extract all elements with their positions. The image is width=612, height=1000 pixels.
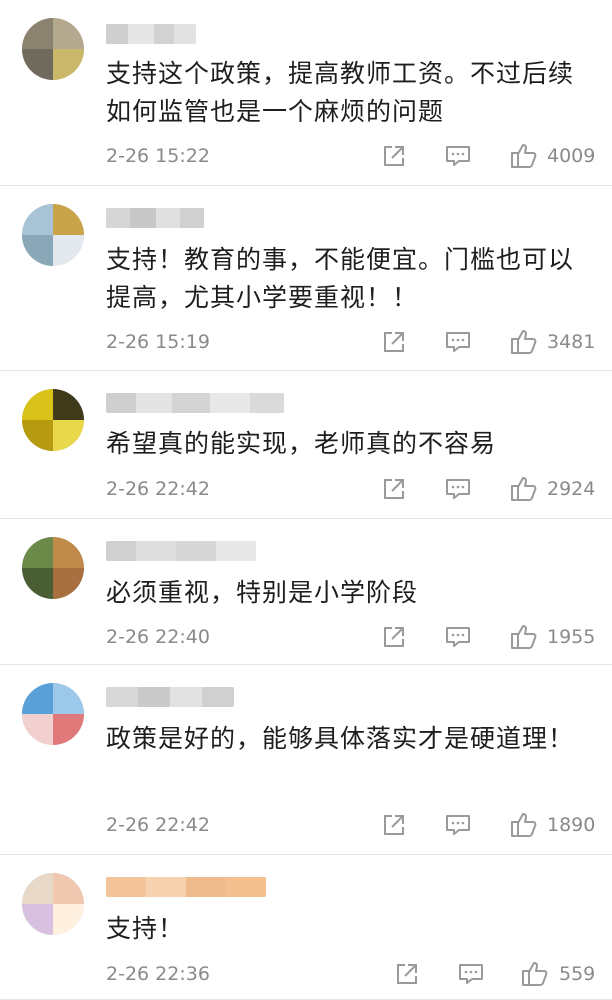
share-icon[interactable] [382,331,406,353]
like-count: 2924 [547,478,596,500]
comment-meta: 2-26 15:22 4009 [106,141,598,171]
username-blurred[interactable] [106,687,234,707]
share-icon[interactable] [395,963,419,985]
like-count: 3481 [547,331,596,353]
comment-time: 2-26 22:40 [106,626,210,648]
share-icon[interactable] [382,478,406,500]
thumbs-up-icon[interactable] [510,811,538,838]
thumbs-up-icon[interactable] [510,142,538,169]
thumbs-up-icon[interactable] [510,328,538,355]
comment-meta: 2-26 22:42 1890 [106,810,598,840]
comment-icon[interactable] [445,145,471,167]
share-icon[interactable] [382,814,406,836]
comment-icon[interactable] [445,626,471,648]
comment-time: 2-26 22:42 [106,478,210,500]
username-blurred[interactable] [106,24,196,44]
comment-icon[interactable] [458,963,484,985]
comment-time: 2-26 15:19 [106,331,210,353]
like-count: 1890 [547,814,596,836]
like-count: 1955 [547,626,596,648]
comment-meta: 2-26 22:36 559 [106,959,598,989]
username-blurred[interactable] [106,208,204,228]
comment-meta: 2-26 15:19 3481 [106,327,598,357]
like-count: 4009 [547,145,596,167]
avatar[interactable] [22,18,84,80]
comment-text: 支持这个政策，提高教师工资。不过后续如何监管也是一个麻烦的问题 [106,59,575,126]
comment-time: 2-26 15:22 [106,145,210,167]
comment-feed: 支持这个政策，提高教师工资。不过后续如何监管也是一个麻烦的问题 2-26 15:… [0,0,612,1000]
like-count: 559 [559,963,596,985]
username-blurred[interactable] [106,541,256,561]
comment-text: 支持！教育的事，不能便宜。门槛也可以提高，尤其小学要重视！！ [106,245,575,312]
comment-item: 支持！ 2-26 22:36 559 [0,855,612,1000]
comment-item: 希望真的能实现，老师真的不容易 2-26 22:42 2924 [0,371,612,519]
comment-item: 支持！教育的事，不能便宜。门槛也可以提高，尤其小学要重视！！ 2-26 15:1… [0,186,612,371]
comment-text: 希望真的能实现，老师真的不容易 [106,429,497,458]
comment-text: 支持！ [106,914,185,943]
comment-meta: 2-26 22:42 2924 [106,474,598,504]
comment-time: 2-26 22:36 [106,963,210,985]
avatar[interactable] [22,873,84,935]
comment-time: 2-26 22:42 [106,814,210,836]
thumbs-up-icon[interactable] [510,475,538,502]
comment-item: 支持这个政策，提高教师工资。不过后续如何监管也是一个麻烦的问题 2-26 15:… [0,0,612,186]
comment-text: 政策是好的，能够具体落实才是硬道理！ [106,724,575,753]
comment-icon[interactable] [445,478,471,500]
comment-text: 必须重视，特别是小学阶段 [106,578,419,607]
username-blurred[interactable] [106,393,284,413]
comment-icon[interactable] [445,331,471,353]
comment-item: 政策是好的，能够具体落实才是硬道理！ 2-26 22:42 1890 [0,665,612,855]
comment-item: 必须重视，特别是小学阶段 2-26 22:40 1955 [0,519,612,665]
avatar[interactable] [22,389,84,451]
share-icon[interactable] [382,145,406,167]
avatar[interactable] [22,204,84,266]
avatar[interactable] [22,537,84,599]
thumbs-up-icon[interactable] [510,623,538,650]
username-blurred[interactable] [106,877,266,897]
thumbs-up-icon[interactable] [521,960,549,987]
comment-meta: 2-26 22:40 1955 [106,622,598,652]
avatar[interactable] [22,683,84,745]
share-icon[interactable] [382,626,406,648]
comment-icon[interactable] [445,814,471,836]
